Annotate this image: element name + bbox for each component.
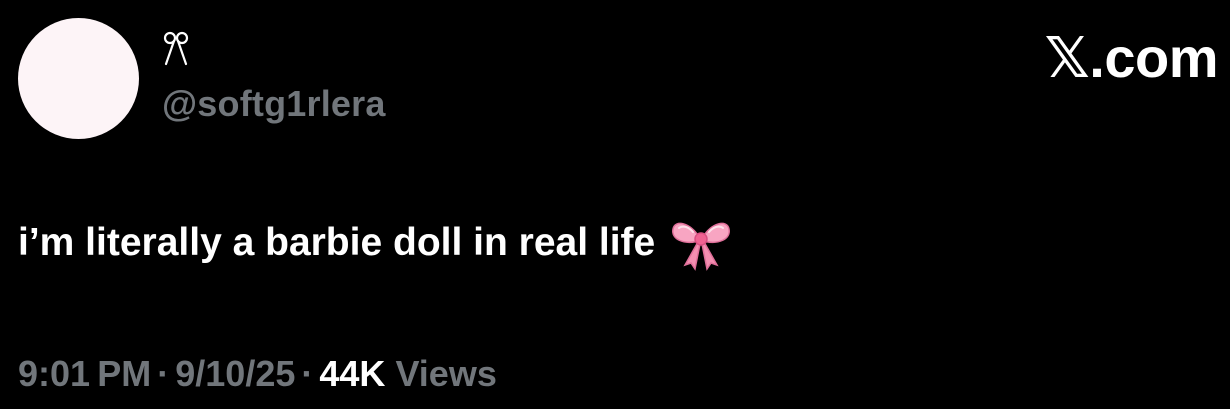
bow-glyph-icon: [163, 31, 189, 66]
display-name[interactable]: [162, 30, 190, 77]
x-com-logo: 𝕏.com: [1044, 26, 1219, 89]
avatar[interactable]: [18, 18, 139, 139]
views-label[interactable]: Views: [395, 352, 496, 396]
meta-separator: ·: [301, 353, 314, 394]
views-count[interactable]: 44K: [319, 352, 385, 396]
pink-ribbon-bow-icon: [672, 222, 731, 271]
tweet-meta: 9:01 PM · 9/10/25 · 44K Views: [18, 352, 497, 396]
user-handle[interactable]: @softg1rlera: [162, 82, 386, 126]
tweet-body: i’m literally a barbie doll in real life: [18, 221, 656, 264]
meta-separator: ·: [157, 353, 170, 394]
tweet-time[interactable]: 9:01 PM: [18, 352, 151, 396]
tweet-date[interactable]: 9/10/25: [175, 352, 295, 396]
tweet-text: i’m literally a barbie doll in real life: [18, 215, 733, 271]
